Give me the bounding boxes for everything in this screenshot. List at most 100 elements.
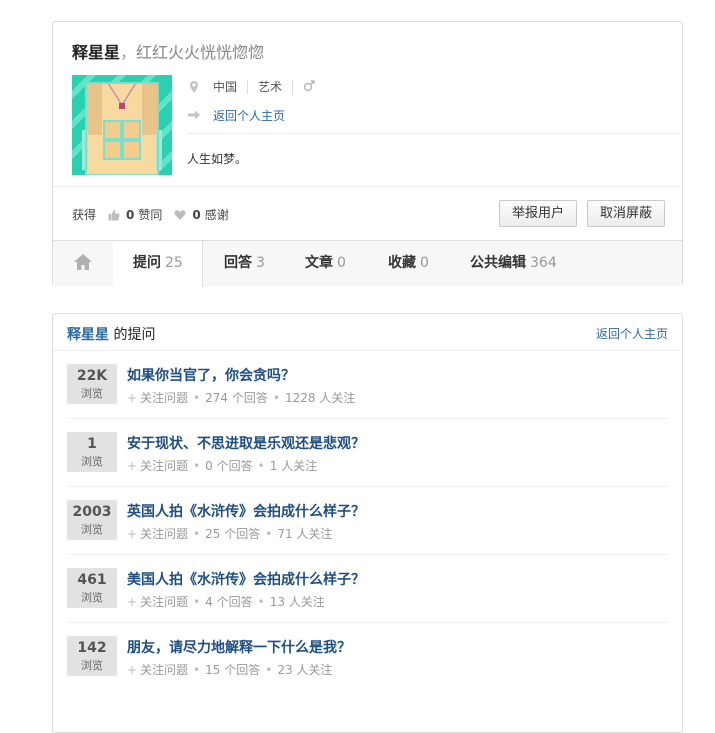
home-link-row: 返回个人主页 — [187, 105, 285, 125]
divider — [187, 133, 682, 134]
follow-question-link[interactable]: 关注问题 — [140, 389, 188, 406]
separator-dot: • — [193, 458, 201, 473]
plus-icon: + — [127, 594, 138, 609]
answer-count[interactable]: 25 个回答 — [205, 525, 260, 542]
view-count-badge: 22K 浏览 — [67, 364, 117, 404]
profile-name[interactable]: 释星星 — [72, 43, 120, 62]
view-count-label: 浏览 — [81, 455, 103, 468]
tab-answers[interactable]: 回答 3 — [224, 241, 265, 286]
field-text[interactable]: 艺术 — [247, 80, 292, 94]
separator-dot: • — [257, 458, 265, 473]
question-title-link[interactable]: 美国人拍《水浒传》会拍成什么样子？ — [127, 569, 365, 589]
view-count: 2003 — [72, 504, 112, 520]
separator-dot: • — [272, 390, 280, 405]
tab-label: 回答 — [224, 255, 252, 271]
question-item: 461 浏览 美国人拍《水浒传》会拍成什么样子？ + 关注问题 • 4 个回答 • 13 … — [53, 555, 682, 623]
return-home-link[interactable]: 返回个人主页 — [213, 107, 285, 124]
location-text[interactable]: 中国 — [213, 80, 247, 94]
tab-questions[interactable]: 提问 25 — [113, 241, 203, 287]
agree-label: 赞同 — [138, 208, 163, 222]
location-icon — [187, 80, 201, 94]
answer-count[interactable]: 4 个回答 — [205, 593, 252, 610]
plus-icon: + — [127, 458, 138, 473]
view-count-label: 浏览 — [81, 659, 103, 672]
view-count: 22K — [76, 368, 108, 384]
view-count-badge: 461 浏览 — [67, 568, 117, 608]
divider — [53, 186, 682, 187]
tab-count: 25 — [165, 255, 183, 271]
separator-dot: • — [265, 526, 273, 541]
profile-tab-bar: 提问 25 回答 3 文章 0 收藏 0 公共编辑 364 — [53, 240, 682, 287]
report-user-button[interactable]: 举报用户 — [499, 200, 577, 227]
follower-count: 1 人关注 — [269, 459, 318, 473]
profile-stats: 获得 0 赞同 0 感谢 — [72, 206, 229, 223]
questions-title: 释星星 的提问 — [67, 324, 155, 344]
return-home-link[interactable]: 返回个人主页 — [596, 325, 668, 342]
thanks-count: 0 — [192, 207, 201, 222]
question-item: 22K 浏览 如果你当官了，你会贪吗？ + 关注问题 • 274 个回答 • 1228 人… — [53, 351, 682, 419]
profile-bio: 人生如梦。 — [187, 152, 248, 166]
question-meta: + 关注问题 • 4 个回答 • 13 人关注 — [127, 593, 325, 610]
question-title-link[interactable]: 如果你当官了，你会贪吗？ — [127, 365, 295, 385]
view-count: 1 — [87, 436, 97, 452]
question-title-link[interactable]: 安于现状、不思进取是乐观还是悲观？ — [127, 433, 365, 453]
tab-label: 公共编辑 — [470, 255, 526, 271]
home-icon — [73, 253, 93, 275]
questions-title-suffix: 的提问 — [113, 327, 156, 343]
plus-icon: + — [127, 662, 138, 677]
question-meta: + 关注问题 • 274 个回答 • 1228 人关注 — [127, 389, 355, 406]
plus-icon: + — [127, 390, 138, 405]
view-count-label: 浏览 — [81, 523, 103, 536]
separator-dot: • — [265, 662, 273, 677]
separator-dot: • — [193, 662, 201, 677]
tab-label: 提问 — [133, 255, 161, 271]
view-count: 142 — [77, 640, 107, 656]
tab-collections[interactable]: 收藏 0 — [388, 241, 429, 286]
question-item: 2003 浏览 英国人拍《水浒传》会拍成什么样子？ + 关注问题 • 25 个回答 • 7… — [53, 487, 682, 555]
heading-separator: ， — [120, 43, 137, 62]
thumbs-up-icon — [108, 209, 120, 221]
unblock-button[interactable]: 取消屏蔽 — [587, 200, 665, 227]
question-title-link[interactable]: 英国人拍《水浒传》会拍成什么样子？ — [127, 501, 365, 521]
avatar[interactable] — [72, 75, 172, 175]
view-count-label: 浏览 — [81, 387, 103, 400]
male-icon — [292, 79, 325, 95]
follow-question-link[interactable]: 关注问题 — [140, 593, 188, 610]
separator-dot: • — [193, 526, 201, 541]
separator-dot: • — [257, 594, 265, 609]
question-item: 142 浏览 朋友，请尽力地解释一下什么是我？ + 关注问题 • 15 个回答 • 23 … — [53, 623, 682, 691]
follow-question-link[interactable]: 关注问题 — [140, 525, 188, 542]
tab-articles[interactable]: 文章 0 — [305, 241, 346, 286]
questions-card: 释星星 的提问 返回个人主页 22K 浏览 如果你当官了，你会贪吗？ + 关注问题… — [52, 313, 683, 733]
questions-owner-link[interactable]: 释星星 — [67, 327, 109, 343]
stats-prefix: 获得 — [72, 208, 97, 222]
follow-question-link[interactable]: 关注问题 — [140, 661, 188, 678]
heart-icon — [174, 209, 186, 221]
questions-header: 释星星 的提问 返回个人主页 — [53, 314, 682, 351]
separator-dot: • — [193, 390, 201, 405]
tab-public-edits[interactable]: 公共编辑 364 — [470, 241, 557, 286]
follower-count: 1228 人关注 — [284, 391, 356, 405]
tab-home[interactable] — [53, 241, 114, 286]
view-count-label: 浏览 — [81, 591, 103, 604]
follow-question-link[interactable]: 关注问题 — [140, 457, 188, 474]
profile-card: 释星星，红红火火恍恍惚惚 中国 艺术 返回个人主页 人生如梦。 获得 0 赞同 … — [52, 21, 683, 287]
tab-count: 0 — [420, 255, 429, 271]
profile-tagline: 红红火火恍恍惚惚 — [136, 43, 265, 62]
agree-count: 0 — [126, 207, 135, 222]
tab-count: 364 — [530, 255, 557, 271]
tab-label: 收藏 — [388, 255, 416, 271]
plus-icon: + — [127, 526, 138, 541]
answer-count[interactable]: 15 个回答 — [205, 661, 260, 678]
tab-count: 3 — [256, 255, 265, 271]
answer-count[interactable]: 0 个回答 — [205, 457, 252, 474]
answer-count[interactable]: 274 个回答 — [205, 389, 268, 406]
question-meta: + 关注问题 • 0 个回答 • 1 人关注 — [127, 457, 317, 474]
profile-info-row: 中国 艺术 — [187, 77, 325, 97]
arrow-right-icon — [187, 108, 201, 122]
thanks-label: 感谢 — [204, 208, 229, 222]
question-meta: + 关注问题 • 25 个回答 • 71 人关注 — [127, 525, 332, 542]
view-count-badge: 1 浏览 — [67, 432, 117, 472]
question-title-link[interactable]: 朋友，请尽力地解释一下什么是我？ — [127, 637, 351, 657]
tab-count: 0 — [337, 255, 346, 271]
